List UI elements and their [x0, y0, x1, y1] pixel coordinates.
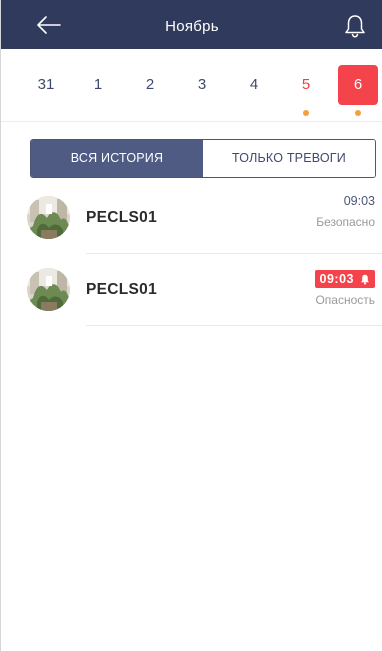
date-4[interactable]: 4 — [234, 65, 274, 105]
app-header: Ноябрь — [1, 0, 382, 49]
event-status: Опасность — [315, 293, 375, 307]
date-label: 4 — [249, 76, 259, 93]
date-2[interactable]: 2 — [130, 65, 170, 105]
event-list-item[interactable]: PECLS01 09:03 Опасность — [1, 254, 382, 326]
event-status: Безопасно — [316, 215, 375, 229]
date-5[interactable]: 5 — [286, 65, 326, 116]
date-strip: 31 1 2 3 4 5 6 — [1, 49, 382, 122]
history-filter-segment: ВСЯ ИСТОРИЯ ТОЛЬКО ТРЕВОГИ — [30, 139, 376, 178]
date-label: 3 — [197, 76, 207, 93]
event-list-item[interactable]: PECLS01 09:03 Безопасно — [1, 182, 382, 254]
date-1[interactable]: 1 — [78, 65, 118, 105]
list-divider — [86, 325, 382, 326]
event-dot-indicator — [355, 110, 361, 116]
event-time: 09:03 — [319, 272, 354, 286]
device-name: PECLS01 — [86, 281, 158, 298]
date-label: 1 — [93, 76, 103, 93]
date-label: 2 — [145, 76, 155, 93]
date-6[interactable]: 6 — [338, 65, 378, 116]
device-avatar — [27, 268, 70, 311]
date-label: 5 — [301, 76, 311, 93]
device-name: PECLS01 — [86, 209, 158, 226]
bell-icon — [361, 274, 369, 284]
alarms-only-tab[interactable]: ТОЛЬКО ТРЕВОГИ — [203, 140, 375, 177]
device-avatar — [27, 196, 70, 239]
date-31[interactable]: 31 — [26, 65, 66, 105]
date-label: 6 — [353, 76, 363, 93]
bell-icon[interactable] — [343, 13, 367, 39]
date-label: 31 — [37, 76, 55, 93]
all-history-tab[interactable]: ВСЯ ИСТОРИЯ — [31, 140, 203, 177]
alarm-time-badge: 09:03 — [314, 270, 375, 288]
history-screen: Ноябрь 31 1 2 3 4 5 6 ВСЯ ИСТОРИЯ ТОЛЬКО ТРЕВО… — [0, 0, 382, 651]
room-photo-icon — [27, 196, 70, 239]
date-3[interactable]: 3 — [182, 65, 222, 105]
event-time: 09:03 — [343, 194, 375, 208]
event-dot-indicator — [303, 110, 309, 116]
room-photo-icon — [27, 268, 70, 311]
page-title: Ноябрь — [165, 18, 219, 35]
